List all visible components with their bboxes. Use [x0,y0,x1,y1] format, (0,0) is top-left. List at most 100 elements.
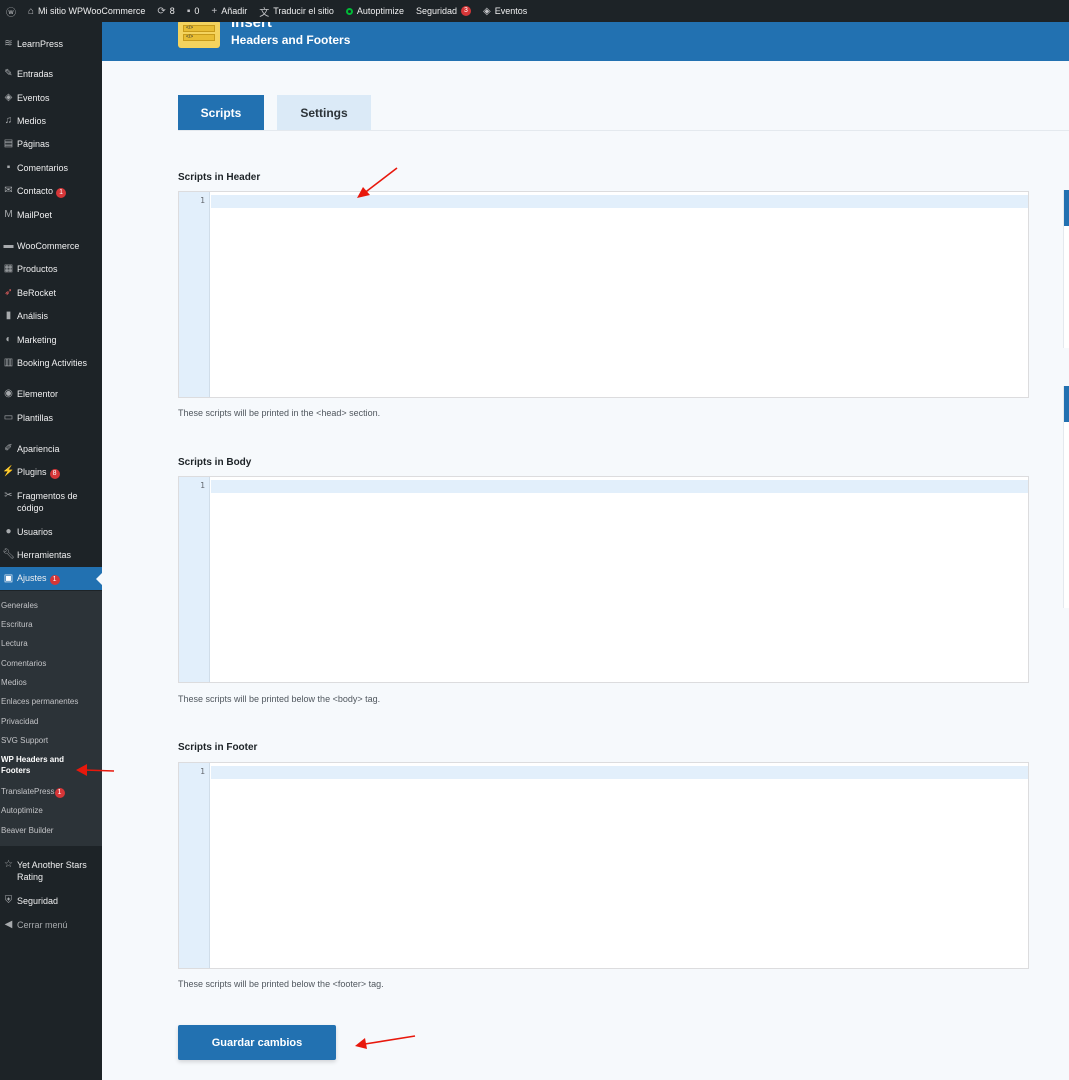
admin-sidebar: ≋ LearnPress ✎ Entradas ◈ Eventos ♫ Medios ▤… [0,22,102,1080]
line-gutter [179,477,210,682]
plug-icon: ⚡ [2,466,15,477]
submenu-lectura[interactable]: Lectura [1,638,101,649]
collapse-icon: ◀ [4,919,13,930]
translate-site-menu[interactable]: 文 Traducir el sitio [253,0,340,22]
sidebar-item-mailpoet[interactable]: M MailPoet [0,209,102,221]
plugin-header: </> </> Insert Headers and Footers [102,14,1069,61]
events-menu[interactable]: ◈ Eventos [477,0,533,22]
sidebar-item-paginas[interactable]: ▤ Páginas [0,138,102,150]
sidebar-item-analisis[interactable]: ▮ Análisis [0,310,102,322]
submenu-enlaces-permanentes[interactable]: Enlaces permanentes [1,696,101,707]
translate-icon: 文 [259,7,270,19]
submenu-beaver-builder[interactable]: Beaver Builder [1,825,101,836]
user-icon: ● [5,526,12,537]
tab-divider [178,130,1069,131]
plugin-subtitle: Headers and Footers [231,33,351,47]
submenu-privacidad[interactable]: Privacidad [1,716,101,727]
media-icon: ♫ [4,115,13,126]
header-scripts-editor[interactable]: 1 [178,191,1029,398]
line-gutter [179,192,210,397]
sidebar-item-eventos[interactable]: ◈ Eventos [0,92,102,104]
sidebar-item-yasr[interactable]: ☆ Yet Another Stars Rating [0,859,102,883]
pin-icon: ✎ [4,68,13,79]
page-icon: ▤ [3,138,14,149]
wrench-icon: 🔧︎ [2,549,15,560]
sidebar-item-productos[interactable]: ▦ Productos [0,263,102,275]
comment-icon: ▪ [6,162,11,173]
sidebar-item-contacto[interactable]: ✉ Contacto 1 [0,185,102,198]
sidebar-item-usuarios[interactable]: ● Usuarios [0,526,102,538]
side-panel-2 [1063,386,1069,608]
scissors-icon: ✂ [4,490,13,501]
submenu-svg-support[interactable]: SVG Support [1,735,101,746]
sidebar-item-marketing[interactable]: ◐ Marketing [0,334,102,346]
shield-icon: ⛨ [4,895,13,906]
line-number: 1 [200,481,205,490]
active-line [211,480,1028,493]
active-line [211,195,1028,208]
tab-scripts[interactable]: Scripts [178,95,264,131]
updates-icon: ⟳ [157,5,166,17]
footer-scripts-description: These scripts will be printed below the … [178,979,384,989]
footer-scripts-editor[interactable]: 1 [178,762,1029,969]
sidebar-item-learnpress[interactable]: ≋ LearnPress [0,38,102,50]
sidebar-item-apariencia[interactable]: ✐ Apariencia [0,443,102,455]
events-icon: ◈ [4,92,13,103]
line-number: 1 [200,767,205,776]
add-new-menu[interactable]: + Añadir [205,0,253,22]
submenu-escritura[interactable]: Escritura [1,619,101,630]
tab-settings[interactable]: Settings [277,95,371,131]
submenu-comentarios[interactable]: Comentarios [1,658,101,669]
updates-menu[interactable]: ⟳ 8 [151,0,180,22]
sidebar-item-plugins[interactable]: ⚡ Plugins 8 [0,466,102,479]
folder-icon: ▭ [3,412,14,423]
settings-submenu: Generales Escritura Lectura Comentarios … [0,591,102,846]
sidebar-collapse-menu[interactable]: ◀ Cerrar menú [0,919,102,931]
header-scripts-label: Scripts in Header [178,172,261,183]
submenu-generales[interactable]: Generales [1,600,101,611]
brush-icon: ✐ [4,443,13,454]
settings-icon: ▣ [3,572,14,584]
sidebar-item-medios[interactable]: ♫ Medios [0,115,102,127]
contacto-badge: 1 [56,188,67,198]
header-scripts-description: These scripts will be printed in the <he… [178,408,381,418]
site-name-menu[interactable]: ⌂ Mi sitio WPWooCommerce [22,0,151,22]
rocket-icon: ➶ [4,287,13,298]
sidebar-item-entradas[interactable]: ✎ Entradas [0,68,102,80]
security-badge: 3 [461,6,471,16]
main-content: Scripts Settings Scripts in Header 1 The… [102,61,1069,1080]
wp-logo-menu[interactable]: ⓦ [0,0,22,22]
line-number: 1 [200,196,205,205]
sidebar-item-fragmentos[interactable]: ✂ Fragmentos de código [0,490,102,514]
submenu-wp-headers-footers[interactable]: WP Headers and Footers [1,754,81,776]
home-icon: ⌂ [28,5,35,17]
submenu-medios[interactable]: Medios [1,677,101,688]
events-icon: ◈ [483,5,491,17]
body-scripts-editor[interactable]: 1 [178,476,1029,683]
sidebar-item-booking-activities[interactable]: ▥ Booking Activities [0,357,102,369]
line-gutter [179,763,210,968]
security-menu[interactable]: Seguridad 3 [410,0,477,22]
body-scripts-description: These scripts will be printed below the … [178,694,381,704]
sidebar-item-berocket[interactable]: ➶ BeRocket [0,287,102,299]
admin-bar: ⓦ ⌂ Mi sitio WPWooCommerce ⟳ 8 ▪ 0 + Añadir … [0,0,1069,22]
submenu-autoptimize[interactable]: Autoptimize [1,805,101,816]
body-scripts-label: Scripts in Body [178,457,252,468]
sidebar-item-plantillas[interactable]: ▭ Plantillas [0,412,102,424]
sidebar-item-woocommerce[interactable]: ▬ WooCommerce [0,240,102,252]
translatepress-badge: 1 [54,788,65,798]
sidebar-item-ajustes[interactable]: ▣ Ajustes 1 [0,567,102,590]
sidebar-item-herramientas[interactable]: 🔧︎ Herramientas [0,549,102,561]
side-panel-1 [1063,190,1069,348]
save-changes-button[interactable]: Guardar cambios [178,1025,336,1060]
mailpoet-icon: M [4,209,13,220]
autoptimize-menu[interactable]: Autoptimize [340,0,410,22]
sidebar-item-seguridad[interactable]: ⛨ Seguridad [0,895,102,907]
sidebar-item-elementor[interactable]: ◉ Elementor [0,388,102,400]
submenu-translatepress[interactable]: TranslatePress 1 [1,786,101,798]
wordpress-icon: ⓦ [6,7,16,19]
comments-menu[interactable]: ▪ 0 [181,0,206,22]
sidebar-item-comentarios[interactable]: ▪ Comentarios [0,162,102,174]
ajustes-badge: 1 [49,575,60,585]
plugin-logo: </> </> [178,20,220,48]
